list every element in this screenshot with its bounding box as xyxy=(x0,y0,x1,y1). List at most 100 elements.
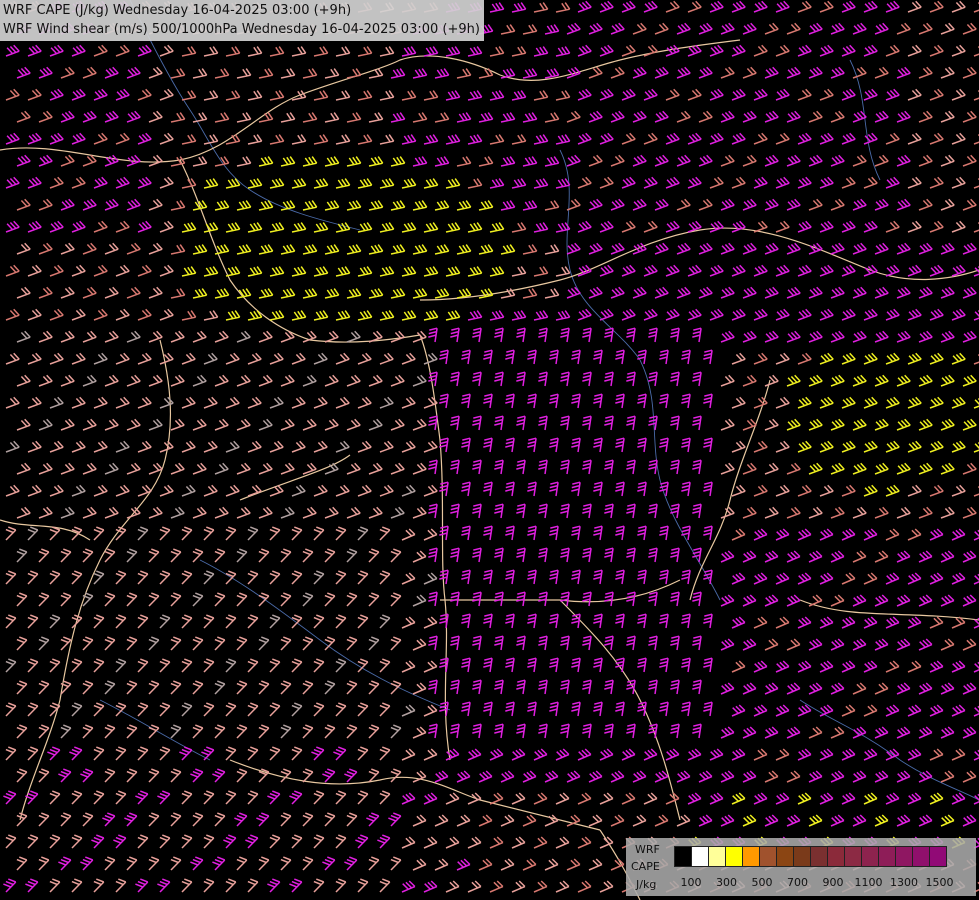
wind-barb-icon xyxy=(472,459,482,475)
wind-barb-icon xyxy=(494,547,504,563)
wind-barb-icon xyxy=(423,484,438,497)
wind-barb-icon xyxy=(929,132,944,145)
wind-barb-icon xyxy=(71,132,86,145)
wind-barb-icon xyxy=(632,242,647,255)
wind-barb-icon xyxy=(929,572,944,585)
wind-barb-icon xyxy=(648,503,658,519)
wind-barb-icon xyxy=(797,0,812,13)
wind-barb-icon xyxy=(82,724,94,739)
wind-barb-icon xyxy=(5,176,20,189)
wind-barb-icon xyxy=(698,66,713,79)
country-border xyxy=(419,227,979,301)
wind-barb-icon xyxy=(357,134,373,145)
wind-barb-icon xyxy=(401,836,416,849)
wind-barb-icon xyxy=(500,156,516,167)
wind-barb-icon xyxy=(577,88,592,101)
wind-barb-icon xyxy=(137,746,149,761)
wind-barb-icon xyxy=(863,748,878,761)
wind-barb-icon xyxy=(841,440,856,453)
wind-barb-icon xyxy=(896,22,911,35)
wind-barb-icon xyxy=(313,790,325,805)
legend-tick-label: 500 xyxy=(751,876,773,889)
wind-barb-icon xyxy=(962,330,977,343)
wind-barb-icon xyxy=(401,616,416,629)
wind-barb-icon xyxy=(439,481,449,497)
wind-barb-icon xyxy=(115,88,130,101)
wind-barb-icon xyxy=(324,548,336,563)
wind-barb-icon xyxy=(137,396,152,409)
wind-barb-icon xyxy=(637,393,647,409)
wind-barb-icon xyxy=(335,614,347,629)
wind-barb-icon xyxy=(577,308,592,321)
wind-barb-icon xyxy=(423,792,438,805)
wind-barb-icon xyxy=(483,569,493,585)
wind-barb-icon xyxy=(192,680,204,695)
wind-barb-icon xyxy=(159,526,171,541)
wind-barb-icon xyxy=(863,616,878,629)
wind-barb-icon xyxy=(742,594,757,607)
wind-barb-icon xyxy=(753,176,768,189)
wind-barb-icon xyxy=(599,880,614,893)
country-border xyxy=(19,339,172,821)
wind-barb-icon xyxy=(511,222,527,233)
wind-barb-icon xyxy=(324,812,336,827)
wind-barb-icon xyxy=(267,878,281,893)
wind-barb-icon xyxy=(258,156,274,167)
wind-barb-icon xyxy=(16,198,31,211)
wind-barb-icon xyxy=(863,572,878,585)
wind-barb-icon xyxy=(401,310,417,321)
wind-barb-icon xyxy=(681,701,691,717)
wind-barb-icon xyxy=(753,660,768,673)
wind-barb-icon xyxy=(258,288,274,299)
wind-barb-icon xyxy=(648,591,658,607)
wind-barb-icon xyxy=(16,330,31,343)
wind-barb-icon xyxy=(170,768,182,783)
wind-barb-icon xyxy=(549,569,559,585)
wind-barb-icon xyxy=(731,132,746,145)
wind-barb-icon xyxy=(566,286,581,299)
wind-barb-icon xyxy=(225,614,237,629)
wind-barb-icon xyxy=(753,704,768,717)
wind-barb-icon xyxy=(863,792,878,805)
wind-barb-icon xyxy=(137,88,152,101)
wind-barb-icon xyxy=(137,614,149,629)
wind-barb-icon xyxy=(115,484,130,497)
wind-barb-icon xyxy=(71,308,86,321)
wind-barb-icon xyxy=(71,264,86,277)
wind-barb-icon xyxy=(434,244,450,255)
wind-barb-icon xyxy=(401,46,417,57)
wind-barb-icon xyxy=(841,660,856,673)
wind-barb-icon xyxy=(500,244,516,255)
wind-barb-icon xyxy=(93,220,108,233)
wind-barb-icon xyxy=(533,836,548,849)
wind-barb-icon xyxy=(467,748,482,761)
wind-barb-icon xyxy=(973,1,979,13)
wind-barb-icon xyxy=(467,178,483,189)
wind-barb-icon xyxy=(203,614,215,629)
wind-barb-icon xyxy=(918,22,933,35)
wind-barb-icon xyxy=(16,286,31,299)
wind-barb-icon xyxy=(170,68,186,79)
wind-barb-icon xyxy=(929,0,944,13)
wind-barb-icon xyxy=(659,701,669,717)
wind-barb-icon xyxy=(698,110,713,123)
legend-swatch xyxy=(827,846,845,867)
wind-barb-icon xyxy=(973,705,979,717)
wind-barb-icon xyxy=(720,242,735,255)
wind-barb-icon xyxy=(896,66,911,79)
wind-barb-icon xyxy=(71,176,86,189)
wind-barb-icon xyxy=(516,415,526,431)
wind-barb-icon xyxy=(335,440,350,453)
wind-barb-icon xyxy=(335,134,351,145)
wind-barb-icon xyxy=(412,374,427,387)
legend-tick-label: 1500 xyxy=(925,876,954,889)
wind-barb-icon xyxy=(401,880,416,893)
wind-barb-icon xyxy=(456,156,472,167)
wind-barb-icon xyxy=(280,462,295,475)
wind-barb-icon xyxy=(357,790,369,805)
wind-barb-icon xyxy=(379,396,394,409)
wind-barb-icon xyxy=(648,635,658,651)
wind-barb-icon xyxy=(505,569,515,585)
wind-barb-icon xyxy=(643,0,658,13)
wind-barb-icon xyxy=(973,617,979,629)
